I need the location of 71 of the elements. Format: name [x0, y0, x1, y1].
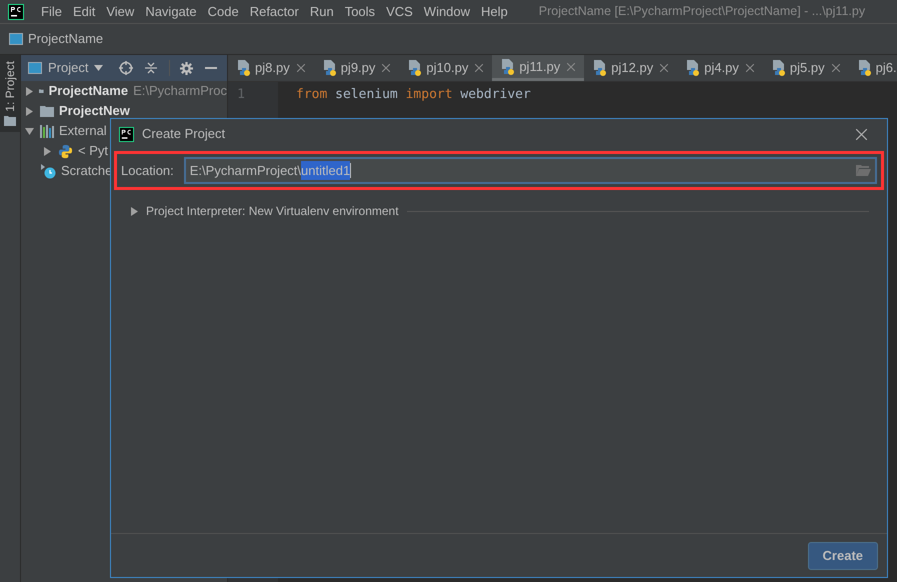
- python-file-icon: [501, 58, 516, 74]
- collapsed-arrow-icon[interactable]: [25, 106, 35, 116]
- close-icon[interactable]: [382, 64, 390, 72]
- field-label: Location:: [121, 162, 174, 180]
- close-icon[interactable]: [856, 128, 867, 140]
- tree-item-label[interactable]: Scratche: [61, 161, 112, 181]
- folder-icon: [4, 116, 16, 126]
- expanded-arrow-icon[interactable]: [25, 126, 35, 136]
- library-icon: [40, 124, 54, 138]
- breadcrumb[interactable]: ProjectName: [28, 29, 104, 49]
- menu-item[interactable]: VCS: [386, 2, 413, 22]
- menu-item[interactable]: Help: [481, 2, 508, 22]
- menu-item[interactable]: Run: [310, 2, 334, 22]
- menu-item[interactable]: Edit: [72, 2, 96, 22]
- editor-tab[interactable]: pj11.py: [492, 55, 584, 81]
- close-icon[interactable]: [475, 64, 484, 72]
- project-window-icon: [9, 33, 23, 45]
- menu-item[interactable]: Tools: [344, 2, 376, 22]
- side-tab[interactable]: 1: Project: [0, 55, 20, 132]
- scratch-clock-icon: [40, 163, 56, 179]
- close-icon[interactable]: [832, 64, 840, 72]
- editor-tab[interactable]: pj4.py: [677, 55, 763, 81]
- editor-tab[interactable]: pj9.py: [314, 55, 400, 81]
- dialog-logo: [119, 126, 134, 142]
- tree-item-label[interactable]: External: [59, 121, 107, 141]
- editor-tab[interactable]: pj5.py: [762, 55, 849, 81]
- python-file-icon: [408, 60, 422, 76]
- editor-tab[interactable]: pj8.py: [228, 55, 314, 81]
- app-logo: [8, 4, 24, 20]
- python-icon: [58, 144, 73, 158]
- target-icon[interactable]: [119, 61, 134, 75]
- settings-icon[interactable]: [180, 62, 194, 74]
- collapsed-arrow-icon[interactable]: [131, 206, 138, 216]
- code-line: from selenium import webdriver: [296, 86, 531, 104]
- tree-item-label[interactable]: ProjectName: [48, 81, 128, 101]
- menu-item[interactable]: View: [106, 2, 134, 22]
- menu-item[interactable]: File: [41, 2, 62, 22]
- python-file-icon: [772, 60, 786, 76]
- selected-text: untitled1: [301, 160, 350, 180]
- dialog-title: Create Project: [142, 125, 226, 144]
- python-file-icon: [686, 60, 700, 76]
- section-header[interactable]: Project Interpreter: New Virtualenv environment: [146, 202, 399, 220]
- close-icon[interactable]: [296, 64, 305, 72]
- collapsed-arrow-icon[interactable]: [25, 86, 34, 96]
- dropdown-caret-icon[interactable]: [94, 65, 104, 71]
- close-icon[interactable]: [746, 64, 754, 72]
- menu-item[interactable]: Window: [424, 2, 470, 22]
- python-file-icon: [593, 60, 608, 76]
- python-file-icon: [322, 60, 337, 76]
- close-icon[interactable]: [660, 64, 668, 72]
- project-view-icon: [28, 62, 42, 74]
- create-button[interactable]: Create: [808, 542, 878, 570]
- window-title: ProjectName [E:\PycharmProject\ProjectName] - ...\pj11.py: [538, 3, 866, 20]
- folder-icon: [40, 105, 54, 117]
- menu-item[interactable]: Navigate: [145, 2, 197, 22]
- minimize-icon[interactable]: [205, 67, 218, 69]
- editor-tab[interactable]: pj10.py: [399, 55, 492, 81]
- close-icon[interactable]: [567, 62, 576, 70]
- menu-item[interactable]: Refactor: [250, 2, 299, 22]
- collapse-all-icon[interactable]: [145, 61, 158, 75]
- location-field[interactable]: E:\PycharmProject\untitled1: [184, 157, 877, 184]
- python-file-icon: [237, 60, 251, 76]
- tree-item-label[interactable]: ProjectNew: [59, 101, 130, 121]
- menu-item[interactable]: Code: [208, 2, 239, 22]
- collapsed-arrow-icon[interactable]: [43, 146, 53, 156]
- editor-tab[interactable]: pj12.py: [584, 55, 678, 81]
- tree-item-path: E:\PycharmProc: [133, 82, 227, 100]
- tree-item-label[interactable]: < Pyt: [78, 141, 108, 161]
- panel-title[interactable]: Project: [48, 58, 88, 78]
- editor-tab[interactable]: pj6.: [848, 55, 897, 81]
- python-file-icon: [858, 60, 872, 76]
